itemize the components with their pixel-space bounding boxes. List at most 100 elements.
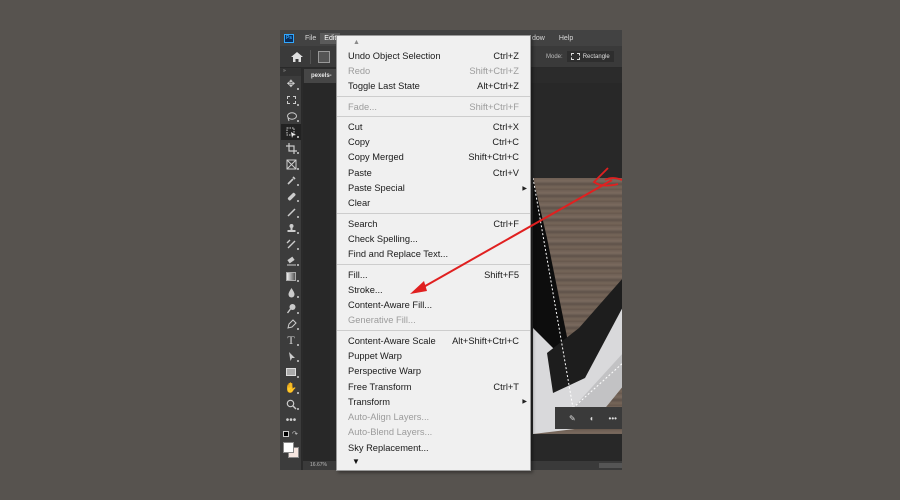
menu-item-fill[interactable]: Fill... Shift+F5 [337,267,530,282]
menu-item-label: Clear [348,198,371,209]
menu-window[interactable]: dow [528,33,549,44]
eyedropper-tool-icon[interactable] [281,172,301,188]
marquee-tool-icon[interactable] [281,92,301,108]
menu-item-label: Fade... [348,101,377,112]
menu-item-sky-replacement[interactable]: Sky Replacement... [337,440,530,455]
menu-item-label: Copy Merged [348,152,404,163]
laptop-illustration [533,178,622,434]
scroll-up-arrow[interactable]: ▲ [337,36,530,48]
more-options-icon[interactable]: ••• [609,414,617,423]
frame-tool-icon[interactable] [281,156,301,172]
dodge-tool-icon[interactable] [281,300,301,316]
menu-item-shortcut: Ctrl+X [492,121,519,132]
gradient-tool-icon[interactable] [281,268,301,284]
path-selection-tool-icon[interactable] [281,348,301,364]
hand-tool-icon[interactable]: ✋ [281,380,301,396]
menu-item-label: Content-Aware Fill... [348,300,433,311]
home-icon[interactable] [290,50,304,64]
menu-item-label: Check Spelling... [348,233,418,244]
menu-item-label: Search [348,218,378,229]
menu-item-transform[interactable]: Transform ▶ [337,394,530,409]
menu-item-label: Generative Fill... [348,315,416,326]
menu-item-shortcut: Ctrl+F [493,218,519,229]
more-tools-icon[interactable]: ••• [281,412,301,428]
collapse-panel-button[interactable]: » [280,68,301,76]
clone-stamp-tool-icon[interactable] [281,220,301,236]
menu-item-shortcut: Shift+Ctrl+C [468,152,519,163]
menu-item-label: Cut [348,121,363,132]
menu-item-label: Fill... [348,269,368,280]
mode-label: Mode: [546,53,563,60]
swap-colors-icon[interactable]: ↷ [292,430,298,438]
menu-item-find-and-replace-text[interactable]: Find and Replace Text... [337,247,530,262]
scroll-down-arrow[interactable]: ▼ [337,455,530,467]
menu-item-label: Toggle Last State [348,81,420,92]
menu-item-copy-merged[interactable]: Copy Merged Shift+Ctrl+C [337,150,530,165]
select-subject-icon[interactable]: ✎ [569,414,576,423]
menu-item-clear[interactable]: Clear [337,196,530,211]
type-tool-icon[interactable]: T [281,332,301,348]
menu-item-label: Content-Aware Scale [348,335,436,346]
menu-item-label: Auto-Align Layers... [348,412,430,423]
edit-menu-dropdown: ▲ Undo Object Selection Ctrl+Z Redo Shift+C… [336,35,531,471]
crop-tool-icon[interactable] [281,140,301,156]
rectangle-tool-icon[interactable] [281,364,301,380]
blur-tool-icon[interactable] [281,284,301,300]
menu-item-generative-fill[interactable]: Generative Fill... [337,313,530,328]
contextual-task-bar: ✎ ◐ ••• [555,407,622,429]
menu-item-shortcut: Ctrl+C [492,137,519,148]
move-tool-icon[interactable]: ✥ [281,76,301,92]
default-colors-icon[interactable] [283,431,289,437]
menu-item-label: Redo [348,65,371,76]
menu-item-paste-special[interactable]: Paste Special ▶ [337,180,530,195]
horizontal-scrollbar[interactable] [599,463,622,468]
brush-tool-icon[interactable] [281,204,301,220]
menu-item-label: Puppet Warp [348,350,402,361]
menu-item-toggle-last-state[interactable]: Toggle Last State Alt+Ctrl+Z [337,79,530,94]
menu-item-shortcut: Ctrl+Z [493,50,519,61]
submenu-arrow-icon: ▶ [522,399,527,406]
mode-select[interactable]: Rectangle [566,51,614,62]
eraser-tool-icon[interactable] [281,252,301,268]
menu-help[interactable]: Help [555,33,577,44]
photoshop-logo: Ps [284,33,294,43]
menu-item-copy[interactable]: Copy Ctrl+C [337,134,530,149]
menu-item-redo[interactable]: Redo Shift+Ctrl+Z [337,63,530,78]
menu-item-stroke[interactable]: Stroke... [337,282,530,297]
menu-item-cut[interactable]: Cut Ctrl+X [337,119,530,134]
menu-item-content-aware-fill[interactable]: Content-Aware Fill... [337,297,530,312]
menu-item-undo-object-selection[interactable]: Undo Object Selection Ctrl+Z [337,48,530,63]
mask-icon[interactable]: ◐ [590,414,595,423]
rectangle-icon [570,53,580,60]
menu-item-shortcut: Shift+F5 [484,269,519,280]
menu-item-free-transform[interactable]: Free Transform Ctrl+T [337,379,530,394]
mode-value: Rectangle [582,53,610,60]
menu-item-shortcut: Ctrl+V [492,167,519,178]
menu-item-label: Sky Replacement... [348,442,429,453]
menu-item-paste[interactable]: Paste Ctrl+V [337,165,530,180]
menu-item-auto-align-layers[interactable]: Auto-Align Layers... [337,410,530,425]
menu-item-search[interactable]: Search Ctrl+F [337,216,530,231]
menu-item-shortcut: Alt+Ctrl+Z [477,81,519,92]
healing-brush-tool-icon[interactable] [281,188,301,204]
menu-item-content-aware-scale[interactable]: Content-Aware Scale Alt+Shift+Ctrl+C [337,333,530,348]
menu-item-puppet-warp[interactable]: Puppet Warp [337,348,530,363]
menu-item-shortcut: Shift+Ctrl+Z [469,65,519,76]
menu-item-fade[interactable]: Fade... Shift+Ctrl+F [337,99,530,114]
lasso-tool-icon[interactable] [281,108,301,124]
menu-file[interactable]: File [301,33,320,44]
tool-preset-picker[interactable] [318,51,330,63]
menu-item-shortcut: Alt+Shift+Ctrl+C [452,335,519,346]
submenu-arrow-icon: ▶ [522,185,527,192]
foreground-color-swatch[interactable] [283,442,294,453]
history-brush-tool-icon[interactable] [281,236,301,252]
menu-item-check-spelling[interactable]: Check Spelling... [337,231,530,246]
zoom-tool-icon[interactable] [281,396,301,412]
pen-tool-icon[interactable] [281,316,301,332]
menu-item-perspective-warp[interactable]: Perspective Warp [337,364,530,379]
divider [310,50,311,64]
menu-item-shortcut: Shift+Ctrl+F [469,101,519,112]
object-selection-tool-icon[interactable] [281,124,301,140]
menu-item-auto-blend-layers[interactable]: Auto-Blend Layers... [337,425,530,440]
mode-group: Mode: Rectangle [546,51,614,62]
